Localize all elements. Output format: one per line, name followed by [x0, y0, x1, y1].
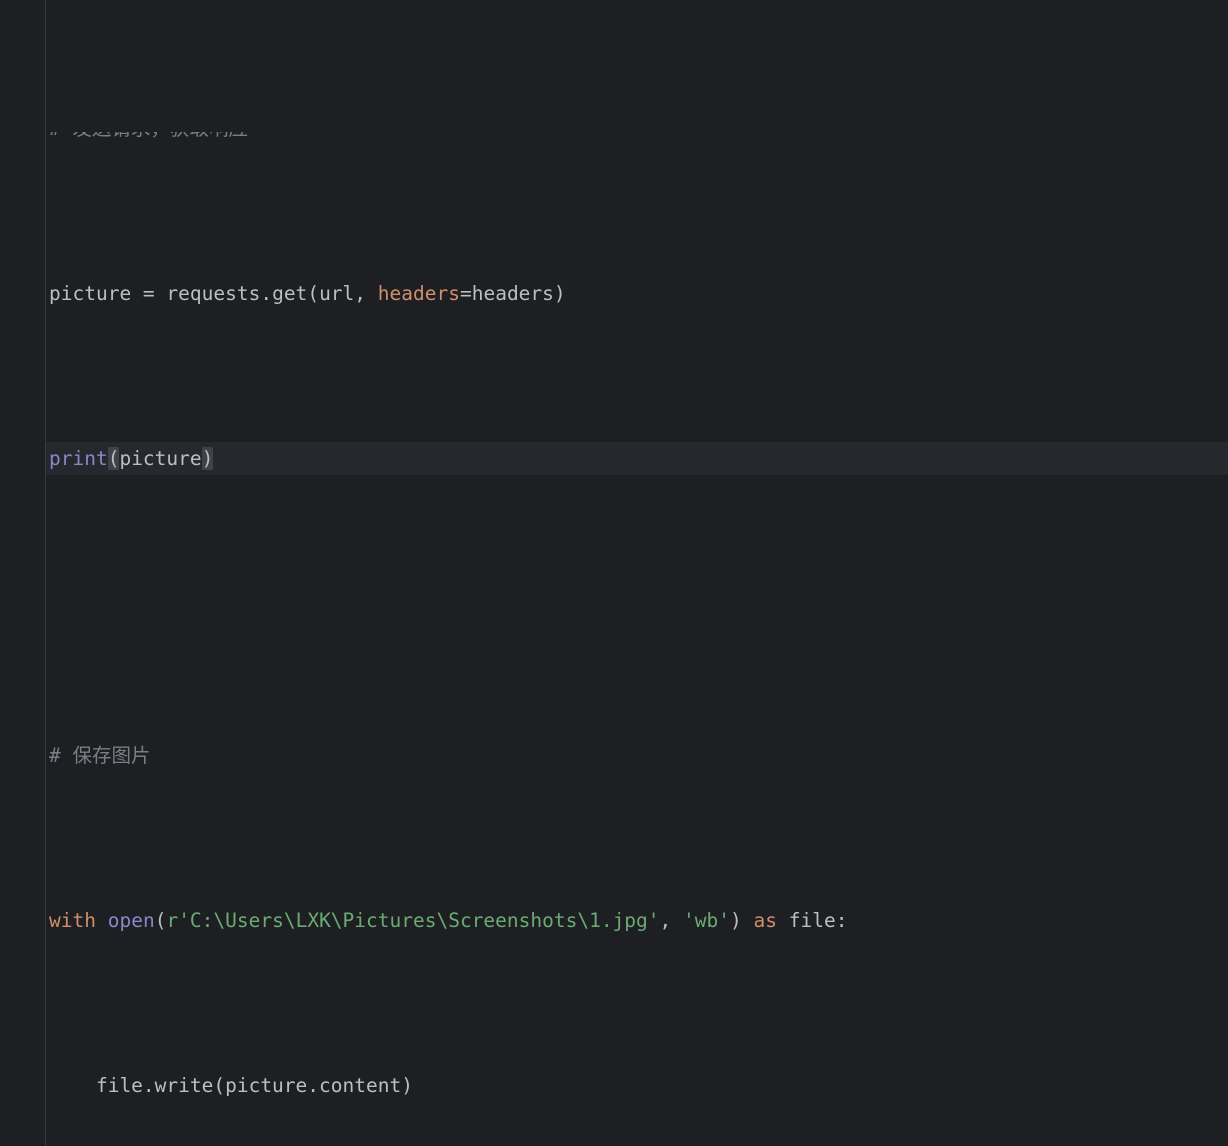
token-space-1 — [96, 909, 108, 932]
token-colon: : — [835, 909, 848, 932]
token-keyword-with: with — [49, 909, 96, 932]
token-comma: , — [354, 282, 378, 305]
token-close-paren: ) — [553, 282, 566, 305]
gutter-divider — [45, 0, 46, 1146]
code-line-clipped[interactable]: # 发送请求，获取响应 — [0, 132, 1228, 145]
token-string-image-path: 'C:\Users\LXK\Pictures\Screenshots\1.jpg… — [178, 909, 660, 932]
token-builtin-print: print — [49, 447, 108, 470]
editor-gutter — [0, 0, 45, 1146]
token-open-paren: ( — [307, 282, 320, 305]
token-string-mode-wb: 'wb' — [683, 909, 730, 932]
token-variable-picture: picture — [49, 282, 132, 305]
token-arg-picture: picture — [119, 447, 202, 470]
code-line-comment-save-image[interactable]: # 保存图片 — [0, 739, 1228, 772]
code-line-picture-get[interactable]: picture = requests.get(url, headers=head… — [0, 277, 1228, 310]
token-requests-get: requests.get — [166, 282, 308, 305]
token-var-file: file — [788, 909, 836, 932]
token-bracket-open-match: ( — [107, 447, 120, 470]
code-line-blank-1[interactable] — [0, 574, 1228, 607]
token-open-paren-2: ( — [154, 909, 167, 932]
code-content[interactable]: # 发送请求，获取响应 picture = requests.get(url, … — [0, 0, 1228, 1146]
token-raw-prefix: r — [166, 909, 179, 932]
token-bracket-close-match: ) — [201, 447, 214, 470]
code-line-file-write-picture[interactable]: file.write(picture.content) — [0, 1069, 1228, 1102]
token-comma-2: , — [659, 909, 684, 932]
token-arg-url: url — [319, 282, 355, 305]
token-kwarg-equals: = — [459, 282, 472, 305]
token-assign: = — [131, 282, 167, 305]
token-close-paren-2: ) — [729, 909, 742, 932]
token-space-3 — [777, 909, 789, 932]
code-line-print-picture[interactable]: print(picture) — [0, 442, 1228, 475]
token-keyword-as: as — [753, 909, 777, 932]
token-builtin-open: open — [107, 909, 155, 932]
token-kwarg-headers: headers — [377, 282, 460, 305]
code-editor[interactable]: # 发送请求，获取响应 picture = requests.get(url, … — [0, 0, 1228, 1146]
token-space-2 — [742, 909, 754, 932]
token-headers-value: headers — [471, 282, 554, 305]
code-line-with-open-image[interactable]: with open(r'C:\Users\LXK\Pictures\Screen… — [0, 904, 1228, 937]
